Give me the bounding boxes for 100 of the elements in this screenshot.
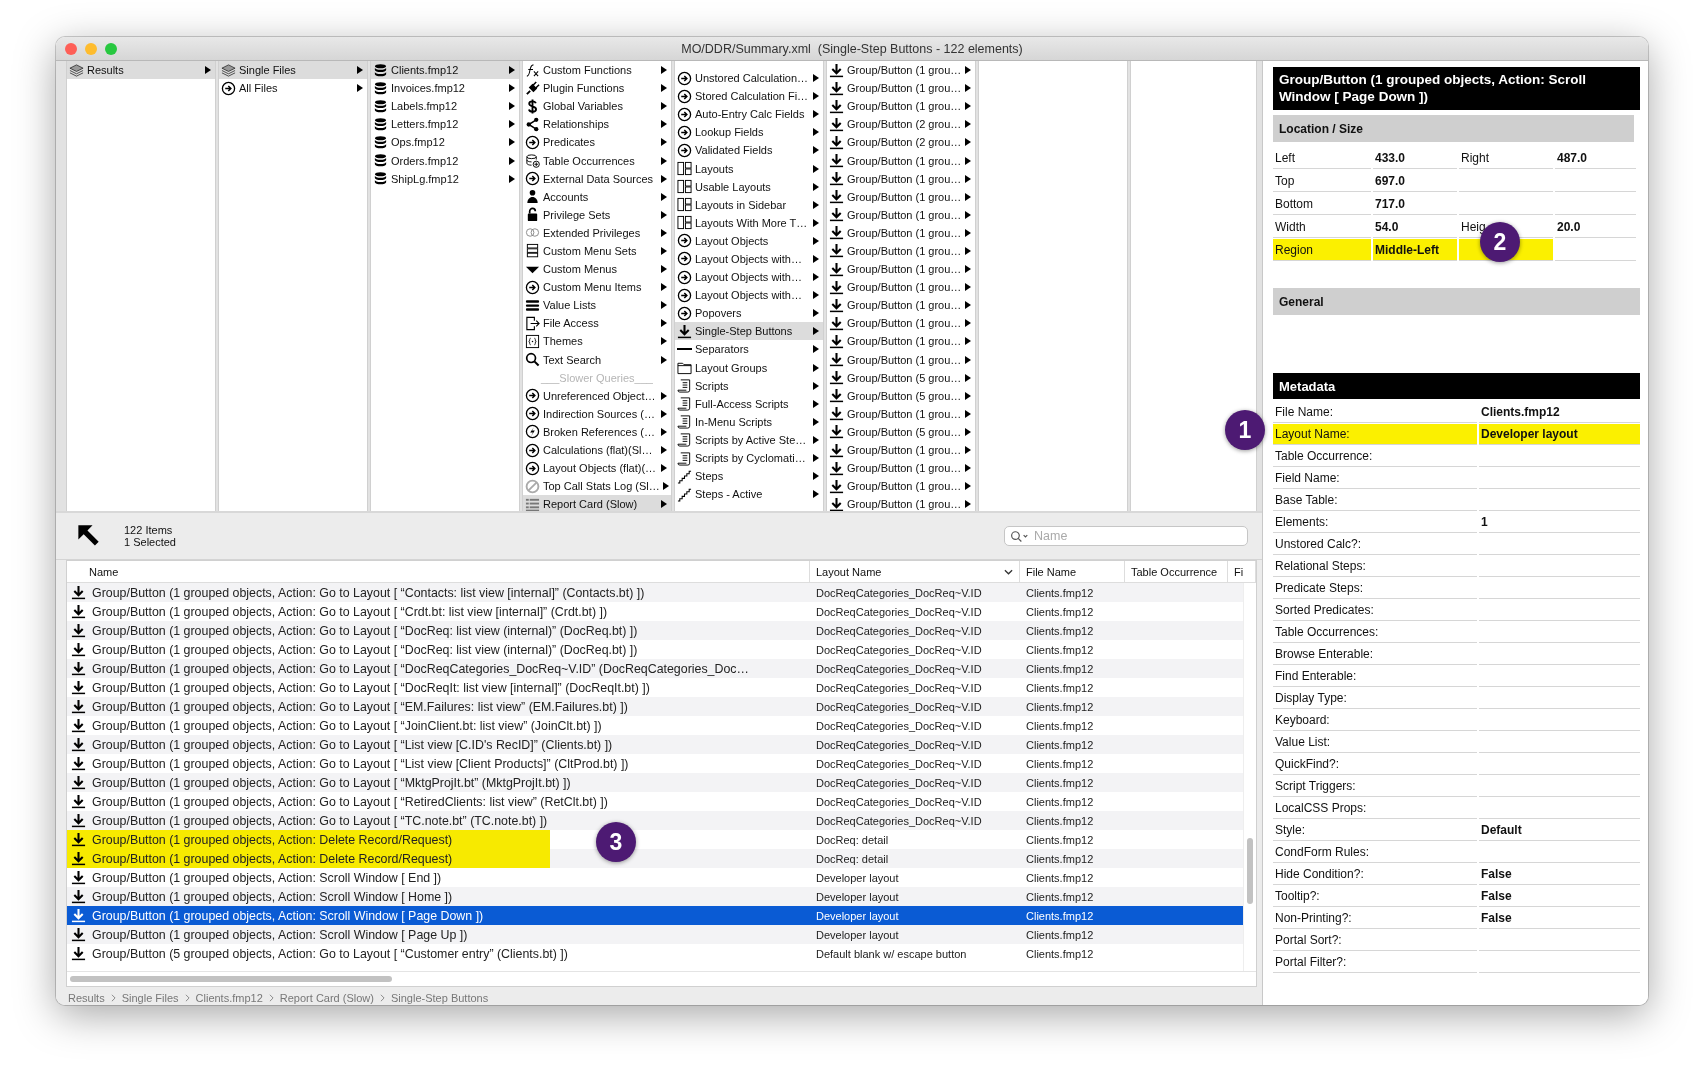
browser-item[interactable]: In-Menu Scripts — [675, 412, 823, 431]
table-cell[interactable]: Group/Button (1 grouped objects, Action: Go to Layout [ “DocReqCategories_DocReq~V.ID” (DocReqCategories_Doc… — [92, 659, 753, 678]
browser-item[interactable]: Group/Button (1 grou… — [827, 296, 975, 315]
table-cell[interactable]: Group/Button (1 grouped objects, Action: Scroll Window [ Page Up ]) — [92, 925, 472, 944]
browser-item[interactable]: Stored Calculation Fi… — [675, 87, 823, 106]
browser-item[interactable]: Scripts — [675, 376, 823, 395]
column-header[interactable]: Fi — [1228, 561, 1256, 582]
browser-item[interactable]: Layout Groups — [675, 358, 823, 377]
browser-item[interactable]: Predicates — [523, 133, 671, 152]
breadcrumb-item[interactable]: Report Card (Slow) — [279, 992, 374, 1004]
browser-item[interactable]: Value Lists — [523, 296, 671, 315]
browser-item[interactable]: Broken References (… — [523, 422, 671, 441]
browser-item[interactable]: Steps — [675, 467, 823, 486]
browser-item[interactable]: Group/Button (1 grou… — [827, 151, 975, 170]
table-cell[interactable]: Group/Button (1 grouped objects, Action: Go to Layout [ “Contacts: list view [internal]” (Contacts.bt) ]) — [92, 583, 649, 602]
column-header[interactable]: File Name — [1020, 561, 1125, 582]
browser-item[interactable]: Layout Objects with… — [675, 249, 823, 269]
browser-item[interactable]: Group/Button (1 grou… — [827, 79, 975, 98]
table-cell[interactable]: Group/Button (1 grouped objects, Action: Go to Layout [ “EM.Failures: list view” (EM.Failures.bt) ]) — [92, 697, 632, 716]
browser-item[interactable]: Group/Button (1 grou… — [827, 314, 975, 333]
browser-item[interactable]: Group/Button (1 grou… — [827, 477, 975, 496]
browser-item[interactable]: Group/Button (1 grou… — [827, 97, 975, 116]
breadcrumb-item[interactable]: Clients.fmp12 — [195, 992, 263, 1004]
browser-item[interactable]: Group/Button (5 grou… — [827, 368, 975, 387]
browser-item[interactable]: Group/Button (1 grou… — [827, 61, 975, 80]
browser-item[interactable]: Plugin Functions — [523, 79, 671, 98]
browser-item[interactable]: Single Files — [219, 61, 367, 80]
browser-item[interactable]: Extended Privileges — [523, 223, 671, 242]
browser-item[interactable]: Group/Button (1 grou… — [827, 169, 975, 188]
column-header[interactable]: Name — [67, 561, 810, 582]
table-cell[interactable]: Group/Button (1 grouped objects, Action: Go to Layout [ “DocReqIt: list view [internal]” (DocReqIt.bt) ]) — [92, 678, 654, 697]
browser-item[interactable]: Layouts — [675, 159, 823, 178]
browser-item[interactable]: Layouts With More T… — [675, 213, 823, 232]
table-cell[interactable]: Group/Button (1 grouped objects, Action: Go to Layout [ “JoinClient.bt: list view” (JoinClt.bt) ]) — [92, 716, 606, 735]
browser-item[interactable]: Table Occurrences — [523, 151, 671, 170]
browser-item[interactable]: Steps - Active — [675, 485, 823, 504]
browser-item[interactable]: Auto-Entry Calc Fields — [675, 105, 823, 124]
browser-item[interactable]: Full-Access Scripts — [675, 394, 823, 413]
browser-item[interactable]: Group/Button (1 grou… — [827, 404, 975, 423]
browser-item[interactable]: Privilege Sets — [523, 205, 671, 224]
browser-item[interactable]: Group/Button (2 grou… — [827, 115, 975, 134]
breadcrumb-item[interactable]: Results — [68, 992, 105, 1004]
column-header[interactable]: Table Occurrence — [1125, 561, 1228, 582]
browser-item[interactable]: Calculations (flat)(Sl… — [523, 440, 671, 460]
browser-item[interactable]: Relationships — [523, 115, 671, 134]
browser-item[interactable]: Group/Button (1 grou… — [827, 350, 975, 369]
browser-item[interactable]: Unreferenced Object… — [523, 386, 671, 405]
table-cell[interactable]: Group/Button (1 grouped objects, Action: Go to Layout [ “DocReq: list view (internal)” (DocReq.bt) ]) — [92, 640, 642, 659]
browser-item[interactable]: File Access — [523, 314, 671, 333]
browser-item[interactable]: Group/Button (1 grou… — [827, 495, 975, 511]
browser-item[interactable]: Report Card (Slow) — [523, 495, 671, 511]
table-cell[interactable]: Group/Button (1 grouped objects, Action: Go to Layout [ “RetiredClients: list view” (RetClt.bt) ]) — [92, 792, 612, 811]
table-cell[interactable]: Group/Button (1 grouped objects, Action: Delete Record/Request) — [67, 849, 551, 868]
breadcrumb-item[interactable]: Single Files — [121, 992, 179, 1004]
browser-item[interactable]: All Files — [219, 79, 367, 98]
browser-item[interactable]: Layouts in Sidebar — [675, 195, 823, 214]
browser-item[interactable]: Orders.fmp12 — [371, 151, 519, 170]
browser-item[interactable]: Scripts by Cyclomati… — [675, 448, 823, 468]
browser-item[interactable]: Ops.fmp12 — [371, 133, 519, 152]
browser-item[interactable]: Group/Button (1 grou… — [827, 241, 975, 261]
browser-item[interactable]: Group/Button (1 grou… — [827, 459, 975, 478]
table-cell[interactable]: Group/Button (1 grouped objects, Action: Go to Layout [ “MktgProjIt.bt” (MktgProjIt.bt) ]) — [92, 773, 575, 792]
column-header[interactable]: Layout Name — [810, 561, 1020, 582]
browser-item[interactable]: Global Variables — [523, 97, 671, 116]
browser-item[interactable]: Clients.fmp12 — [371, 61, 519, 80]
browser-item[interactable]: Validated Fields — [675, 141, 823, 160]
table-cell[interactable]: Group/Button (1 grouped objects, Action: Scroll Window [ Home ]) — [92, 887, 457, 906]
table-cell[interactable]: Group/Button (1 grouped objects, Action: Go to Layout [ “List view [Client Products]” (CltProd.bt) ]) — [92, 754, 633, 773]
browser-item[interactable]: Group/Button (1 grou… — [827, 223, 975, 242]
table-cell[interactable]: Group/Button (1 grouped objects, Action: Scroll Window [ Page Down ]) — [92, 906, 488, 925]
browser-item[interactable]: Unstored Calculation… — [675, 69, 823, 88]
search-field[interactable]: Name — [1004, 526, 1248, 546]
browser-item[interactable]: Group/Button (1 grou… — [827, 187, 975, 206]
browser-item[interactable]: ShipLg.fmp12 — [371, 169, 519, 188]
breadcrumb-item[interactable]: Single-Step Buttons — [390, 992, 489, 1004]
browser-item[interactable]: Labels.fmp12 — [371, 97, 519, 116]
table-cell[interactable]: Group/Button (1 grouped objects, Action: Scroll Window [ End ]) — [92, 868, 446, 887]
browser-item[interactable]: Results — [67, 61, 215, 80]
browser-item[interactable]: Group/Button (1 grou… — [827, 260, 975, 279]
browser-item[interactable]: Group/Button (1 grou… — [827, 332, 975, 351]
browser-item[interactable]: Top Call Stats Log (Sl… — [523, 477, 671, 496]
table-cell[interactable]: Group/Button (1 grouped objects, Action: Delete Record/Request) — [67, 830, 551, 849]
browser-item[interactable]: Popovers — [675, 304, 823, 323]
table-cell[interactable]: Group/Button (1 grouped objects, Action: Go to Layout [ “Crdt.bt: list view [internal]” (Crdt.bt) ]) — [92, 602, 612, 621]
browser-item[interactable]: Invoices.fmp12 — [371, 79, 519, 98]
table-cell[interactable]: Group/Button (1 grouped objects, Action: Go to Layout [ “TC.note.bt” (TC.note.bt) ]) — [92, 811, 552, 830]
browser-item[interactable]: Custom Menu Items — [523, 278, 671, 297]
browser-item[interactable]: Text Search — [523, 350, 671, 369]
browser-item[interactable]: Group/Button (1 grou… — [827, 205, 975, 224]
table-cell[interactable]: Group/Button (1 grouped objects, Action: Go to Layout [ “List view [C.ID's RecID]” (Clients.bt) ]) — [92, 735, 617, 754]
table-cell[interactable]: Group/Button (5 grouped objects, Action: Go to Layout [ “Customer entry” (Clients.bt) ]) — [92, 944, 572, 963]
browser-item[interactable]: Scripts by Active Ste… — [675, 430, 823, 449]
browser-item[interactable]: Layout Objects (flat)(… — [523, 459, 671, 478]
browser-item[interactable]: Accounts — [523, 187, 671, 206]
browser-item[interactable]: Single-Step Buttons — [675, 322, 823, 341]
browser-item[interactable]: Custom Menu Sets — [523, 241, 671, 261]
browser-item[interactable]: Themes — [523, 332, 671, 351]
browser-item[interactable]: Layout Objects with… — [675, 286, 823, 305]
browser-item[interactable]: Layout Objects with… — [675, 268, 823, 287]
browser-item[interactable]: Lookup Fields — [675, 123, 823, 142]
